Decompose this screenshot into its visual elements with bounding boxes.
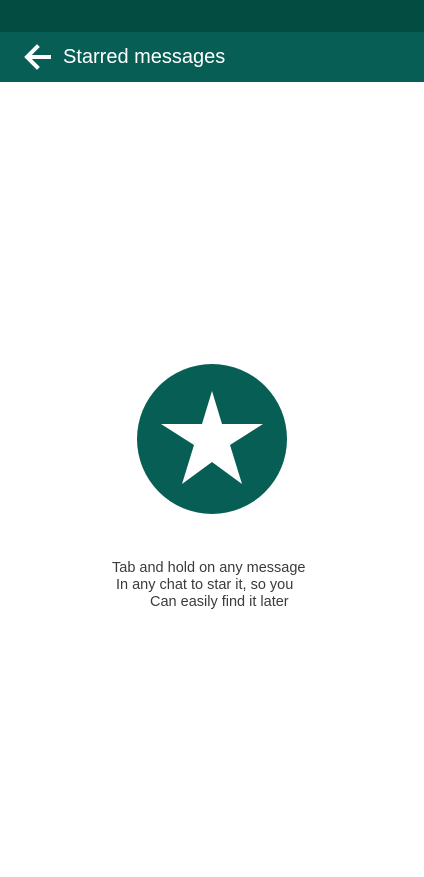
star-badge [137,364,287,514]
app-bar: Starred messages [0,32,424,82]
empty-state-message: Tab and hold on any message In any chat … [0,560,424,611]
star-icon [161,391,263,484]
empty-state: Tab and hold on any message In any chat … [0,82,424,877]
empty-state-line: Tab and hold on any message [112,560,306,576]
empty-state-line: In any chat to star it, so you [116,577,294,593]
status-bar [0,0,424,32]
arrow-left-icon [24,44,51,70]
page-title: Starred messages [63,46,226,68]
back-button[interactable] [22,42,52,72]
empty-state-line: Can easily find it later [150,594,289,610]
